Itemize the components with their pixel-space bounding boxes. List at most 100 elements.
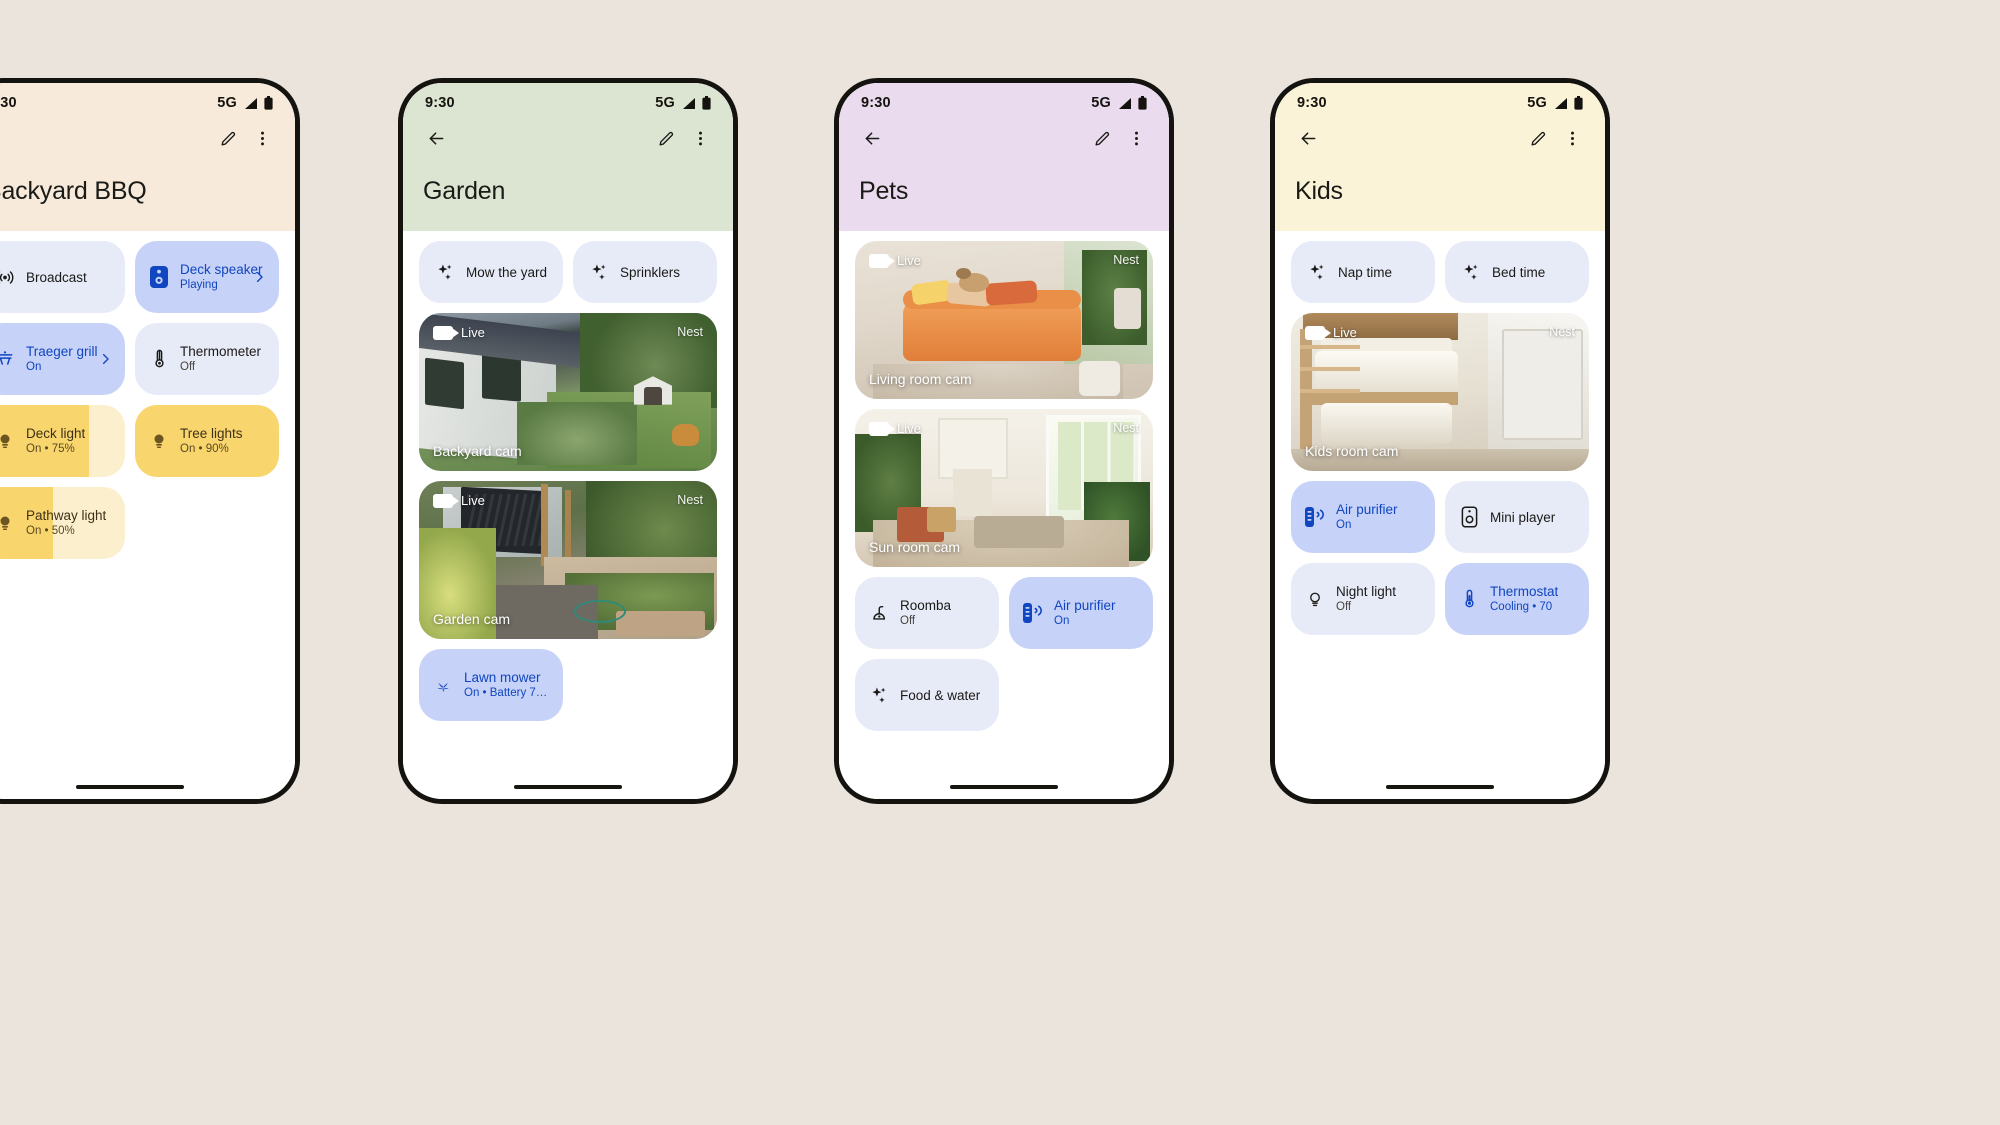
- action-chip-row: Mow the yard Sprinklers: [419, 241, 717, 303]
- gesture-nav-bar[interactable]: [1275, 785, 1605, 789]
- device-card-tree-lights[interactable]: Tree lights On • 90%: [135, 405, 279, 477]
- device-card-row: Traeger grill On Thermometer Off: [0, 323, 279, 395]
- edit-pencil-button[interactable]: [649, 121, 683, 155]
- network-label: 5G: [1527, 95, 1547, 111]
- live-label: Live: [461, 325, 485, 340]
- overflow-menu-button[interactable]: [245, 121, 279, 155]
- app-bar: [1275, 117, 1605, 159]
- device-card-food-and-water[interactable]: Food & water: [855, 659, 999, 731]
- action-chip-mow-the-yard[interactable]: Mow the yard: [419, 241, 563, 303]
- action-chip-bed-time[interactable]: Bed time: [1445, 241, 1589, 303]
- device-card-night-light[interactable]: Night light Off: [1291, 563, 1435, 635]
- vacuum-icon: [869, 602, 889, 624]
- app-header-kids: 9:30 5G Kids: [1275, 83, 1605, 231]
- edit-pencil-button[interactable]: [211, 121, 245, 155]
- device-card-deck-speaker[interactable]: Deck speaker Playing: [135, 241, 279, 313]
- nest-brand-label: Nest: [677, 325, 703, 339]
- speaker-icon: [149, 266, 169, 288]
- card-status: On • Battery 73%: [464, 687, 549, 699]
- device-grid-garden: Mow the yard Sprinklers Live Nest Backya…: [403, 231, 733, 799]
- action-chip-row: Nap time Bed time: [1291, 241, 1589, 303]
- network-label: 5G: [1091, 95, 1111, 111]
- sparkle-icon: [589, 262, 609, 282]
- phone-screen-kids: 9:30 5G Kids Nap time Bed time Live Nest…: [1275, 83, 1605, 799]
- device-card-row: Food & water: [855, 659, 1153, 731]
- action-chip-sprinklers[interactable]: Sprinklers: [573, 241, 717, 303]
- screenshot-canvas: 9:30 5G Backyard BBQ: [0, 0, 2000, 1125]
- status-indicators: 5G: [655, 95, 711, 111]
- network-label: 5G: [655, 95, 675, 111]
- battery-icon: [702, 96, 711, 110]
- camera-tile-backyard-cam[interactable]: Live Nest Backyard cam: [419, 313, 717, 471]
- device-card-deck-light[interactable]: Deck light On • 75%: [0, 405, 125, 477]
- device-card-mini-player[interactable]: Mini player: [1445, 481, 1589, 553]
- camera-tile-kids-room-cam[interactable]: Live Nest Kids room cam: [1291, 313, 1589, 471]
- page-title: Garden: [423, 177, 506, 205]
- status-time: 9:30: [425, 95, 455, 111]
- back-button[interactable]: [855, 121, 889, 155]
- empty-slot: [573, 649, 717, 721]
- chip-label: Nap time: [1338, 264, 1393, 280]
- card-status: Off: [180, 361, 196, 373]
- device-card-thermostat[interactable]: Thermostat Cooling • 70: [1445, 563, 1589, 635]
- page-title: Backyard BBQ: [0, 177, 147, 205]
- status-time: 9:30: [861, 95, 891, 111]
- back-button[interactable]: [419, 121, 453, 155]
- gesture-nav-bar[interactable]: [839, 785, 1169, 789]
- card-status: Off: [1336, 601, 1352, 613]
- status-indicators: 5G: [1527, 95, 1583, 111]
- edit-pencil-button[interactable]: [1085, 121, 1119, 155]
- card-status: Playing: [180, 279, 218, 291]
- overflow-menu-button[interactable]: [1555, 121, 1589, 155]
- card-label: Roomba: [900, 598, 952, 613]
- camera-tile-living-room-cam[interactable]: Live Nest Living room cam: [855, 241, 1153, 399]
- device-card-pathway-light[interactable]: Pathway light On • 50%: [0, 487, 125, 559]
- device-card-air-purifier[interactable]: Air purifier On: [1291, 481, 1435, 553]
- card-status: On: [26, 361, 42, 373]
- device-card-roomba[interactable]: Roomba Off: [855, 577, 999, 649]
- action-chip-nap-time[interactable]: Nap time: [1291, 241, 1435, 303]
- purifier-icon: [1023, 602, 1043, 624]
- app-bar: [403, 117, 733, 159]
- live-badge: Live: [433, 325, 485, 340]
- card-label: Thermometer: [180, 344, 262, 359]
- device-card-row: Roomba Off Air purifier On: [855, 577, 1153, 649]
- chevron-right-icon[interactable]: [252, 270, 267, 285]
- phone-screen-pets: 9:30 5G Pets Live Nest Living room cam L…: [839, 83, 1169, 799]
- battery-icon: [264, 96, 273, 110]
- card-label: Tree lights: [180, 426, 243, 441]
- device-card-thermometer[interactable]: Thermometer Off: [135, 323, 279, 395]
- chevron-right-icon[interactable]: [98, 352, 113, 367]
- status-bar: 9:30 5G: [839, 83, 1169, 117]
- nest-brand-label: Nest: [677, 493, 703, 507]
- edit-pencil-button[interactable]: [1521, 121, 1555, 155]
- empty-slot: [135, 487, 279, 559]
- phone-pets: 9:30 5G Pets Live Nest Living room cam L…: [834, 78, 1174, 804]
- camera-tile-garden-cam[interactable]: Live Nest Garden cam: [419, 481, 717, 639]
- device-card-broadcast[interactable]: Broadcast: [0, 241, 125, 313]
- gesture-nav-bar[interactable]: [403, 785, 733, 789]
- device-card-row: Deck light On • 75% Tree lights On • 90%: [0, 405, 279, 477]
- device-card-traeger-grill[interactable]: Traeger grill On: [0, 323, 125, 395]
- overflow-menu-button[interactable]: [683, 121, 717, 155]
- sparkle-icon: [1461, 262, 1481, 282]
- camcorder-icon: [433, 325, 459, 340]
- grill-icon: [0, 348, 15, 370]
- card-label: Night light: [1336, 584, 1397, 599]
- card-status: Cooling • 70: [1490, 601, 1553, 613]
- back-button[interactable]: [1291, 121, 1325, 155]
- gesture-nav-bar[interactable]: [0, 785, 295, 789]
- mower-icon: [433, 674, 453, 696]
- device-card-air-purifier[interactable]: Air purifier On: [1009, 577, 1153, 649]
- phone-backyard-bbq: 9:30 5G Backyard BBQ: [0, 78, 300, 804]
- camera-tile-sun-room-cam[interactable]: Live Nest Sun room cam: [855, 409, 1153, 567]
- card-label: Broadcast: [26, 269, 87, 285]
- device-card-row: Night light Off Thermostat Cooling • 70: [1291, 563, 1589, 635]
- status-bar: 9:30 5G: [1275, 83, 1605, 117]
- overflow-menu-button[interactable]: [1119, 121, 1153, 155]
- camcorder-icon: [433, 493, 459, 508]
- phone-kids: 9:30 5G Kids Nap time Bed time Live Nest…: [1270, 78, 1610, 804]
- sparkle-icon: [1307, 262, 1327, 282]
- camera-name: Sun room cam: [869, 539, 961, 555]
- device-card-lawn-mower[interactable]: Lawn mower On • Battery 73%: [419, 649, 563, 721]
